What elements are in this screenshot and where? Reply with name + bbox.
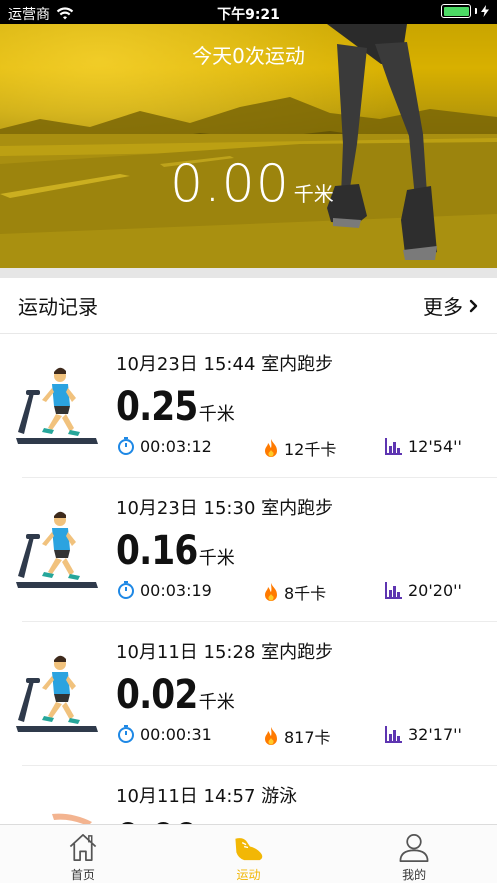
tab-profile[interactable]: 我的 [331,825,497,883]
calories-value: 817卡 [284,728,331,747]
tab-home[interactable]: 首页 [0,825,166,883]
pace-stat: 32'17'' [384,724,462,744]
records-list[interactable]: 10月23日 15:44 室内跑步 0.25 千米 00:03:12 12千卡 … [0,334,497,824]
record-stats: 00:03:19 8千卡 20'20'' [116,580,486,604]
duration-value: 00:00:31 [140,724,212,744]
today-summary-banner[interactable]: 今天0次运动 0.00 千米 [0,24,497,268]
record-title: 10月11日 15:28 室内跑步 [116,642,334,663]
record-item[interactable]: 10月11日 14:57 游泳 0.00 千米 [0,766,497,824]
home-icon [69,834,97,861]
calories-stat: 817卡 [262,724,331,748]
treadmill-runner-icon [16,511,98,588]
record-item[interactable]: 10月23日 15:44 室内跑步 0.25 千米 00:03:12 12千卡 … [0,334,497,478]
tab-bar: 首页 运动 我的 [0,824,497,883]
duration-stat: 00:03:12 [116,436,212,456]
record-stats: 00:00:31 817卡 32'17'' [116,724,486,748]
bar-chart-icon [385,438,402,455]
records-section-header: 运动记录 更多 [0,278,497,334]
pace-stat: 12'54'' [384,436,462,456]
record-distance: 0.02 千米 [116,672,235,718]
section-divider [0,268,497,278]
record-distance-value: 0.16 [116,528,198,574]
shoe-icon [234,838,262,861]
more-records-button[interactable]: 更多 [423,291,479,320]
record-distance: 0.16 千米 [116,528,235,574]
status-right [441,4,489,18]
tab-home-label: 首页 [70,868,95,882]
record-title: 10月23日 15:44 室内跑步 [116,354,334,375]
record-distance-unit: 千米 [198,548,235,569]
tab-profile-label: 我的 [402,868,427,882]
duration-stat: 00:03:19 [116,580,212,600]
calories-stat: 8千卡 [262,580,326,604]
pace-stat: 20'20'' [384,580,462,600]
record-distance-value: 0.25 [116,384,198,430]
stopwatch-icon [118,725,134,743]
record-item[interactable]: 10月23日 15:30 室内跑步 0.16 千米 00:03:19 8千卡 2… [0,478,497,622]
pace-value: 12'54'' [408,436,462,456]
record-distance-value: 0.00 [116,816,198,824]
status-time: 下午9:21 [217,7,280,23]
flame-icon [265,439,277,457]
charging-icon [481,5,489,17]
person-icon [399,834,429,862]
record-title: 10月23日 15:30 室内跑步 [116,498,334,519]
records-section-title: 运动记录 [18,295,98,319]
calories-stat: 12千卡 [262,436,336,460]
today-distance-value: 0.00 [170,154,290,214]
record-item[interactable]: 10月11日 15:28 室内跑步 0.02 千米 00:00:31 817卡 … [0,622,497,766]
pace-value: 20'20'' [408,580,462,600]
duration-value: 00:03:19 [140,580,212,600]
bar-chart-icon [385,582,402,599]
chevron-right-icon [469,299,478,312]
duration-stat: 00:00:31 [116,724,212,744]
flame-icon [265,727,277,745]
battery-icon [441,4,471,18]
record-distance-unit: 千米 [198,692,235,713]
today-distance: 0.00 千米 [170,154,334,214]
tab-sport[interactable]: 运动 [166,825,332,883]
stopwatch-icon [118,437,134,455]
treadmill-runner-icon [16,655,98,732]
tab-sport-label: 运动 [236,868,261,882]
calories-value: 8千卡 [284,584,327,603]
swimmer-icon [52,813,92,824]
duration-value: 00:03:12 [140,436,212,456]
flame-icon [265,583,277,601]
today-distance-unit: 千米 [293,182,334,206]
status-bar: 运营商 下午9:21 [0,0,497,24]
record-distance-unit: 千米 [198,404,235,425]
treadmill-runner-icon [16,367,98,444]
today-workout-count: 今天0次运动 [192,44,305,68]
record-distance: 0.25 千米 [116,384,235,430]
pace-value: 32'17'' [408,724,462,744]
stopwatch-icon [118,581,134,599]
record-title: 10月11日 14:57 游泳 [116,786,298,807]
record-distance-value: 0.02 [116,672,198,718]
record-distance: 0.00 千米 [116,816,235,824]
record-stats: 00:03:12 12千卡 12'54'' [116,436,486,460]
calories-value: 12千卡 [284,440,337,459]
bar-chart-icon [385,726,402,743]
more-label: 更多 [423,295,463,319]
